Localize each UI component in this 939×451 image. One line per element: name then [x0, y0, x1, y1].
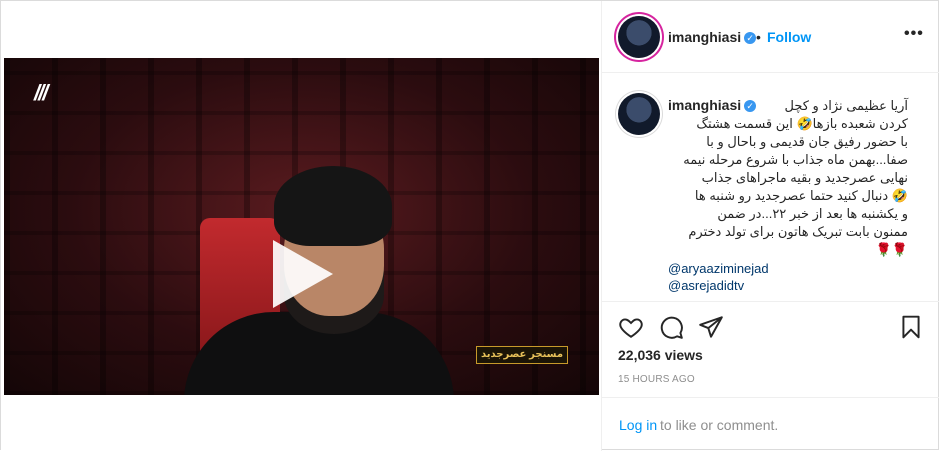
caption: آریا عظیمی نژاد و کچل کردن شعبده بازها🤣 … — [664, 97, 908, 259]
caption-line: 🤣 دنبال کنید حتما عصرجدید رو شنبه ها — [694, 188, 908, 203]
video-player[interactable]: /// مسنجر عصرجدید — [4, 58, 599, 395]
mention-link[interactable]: @aryaaziminejad — [668, 261, 769, 276]
mention-link[interactable]: @asrejadidtv — [668, 278, 744, 293]
caption-line: با حضور رفیق جان قدیمی و باحال و با — [706, 134, 908, 149]
share-icon[interactable] — [698, 314, 724, 340]
login-prompt-text: to like or comment. — [660, 417, 779, 433]
username-text[interactable]: imanghiasi — [668, 29, 741, 45]
comment-icon[interactable] — [658, 314, 684, 340]
post-timestamp[interactable]: 15 HOURS AGO — [618, 374, 695, 385]
caption-line: ممنون بابت تبریک هاتون برای تولد دخترم — [688, 224, 908, 239]
bookmark-icon[interactable] — [898, 314, 924, 340]
caption-line: کردن شعبده بازها🤣 این قسمت هشتگ — [696, 116, 908, 131]
caption-line: 🌹🌹 — [875, 242, 908, 257]
instagram-post: /// مسنجر عصرجدید imanghiasi ✓ • Follow •… — [0, 0, 939, 451]
verified-badge-icon: ✓ — [744, 32, 757, 45]
caption-line: صفا...بهمن ماه جذاب با شروع مرحله نیمه — [683, 152, 908, 167]
action-bar — [602, 301, 939, 349]
caption-line: نهایی عصرجدید و بقیه ماجراهای جذاب — [701, 170, 908, 185]
play-icon[interactable] — [273, 240, 333, 308]
comment-avatar[interactable] — [618, 93, 660, 135]
presenter-hair — [274, 166, 392, 246]
media-panel: /// مسنجر عصرجدید — [1, 1, 601, 451]
separator-dot: • — [756, 29, 761, 45]
channel-logo: /// — [34, 80, 48, 105]
view-count[interactable]: 22,036 views — [618, 347, 703, 363]
post-header: imanghiasi ✓ • Follow ••• — [602, 1, 939, 73]
login-prompt: Log in to like or comment. — [602, 397, 939, 451]
username-link[interactable]: imanghiasi ✓ — [668, 29, 757, 45]
caption-line: آریا عظیمی نژاد و کچل — [784, 98, 908, 113]
follow-button[interactable]: Follow — [767, 29, 811, 45]
caption-line: و یکشنبه ها بعد از خبر ۲۲...در ضمن — [717, 206, 908, 221]
heart-icon[interactable] — [618, 314, 644, 340]
post-sidebar: imanghiasi ✓ • Follow ••• imanghiasi ✓ آری… — [601, 1, 939, 451]
show-tag: مسنجر عصرجدید — [476, 346, 568, 364]
more-options-icon[interactable]: ••• — [904, 25, 924, 43]
login-link[interactable]: Log in — [619, 417, 657, 433]
avatar[interactable] — [618, 16, 660, 58]
